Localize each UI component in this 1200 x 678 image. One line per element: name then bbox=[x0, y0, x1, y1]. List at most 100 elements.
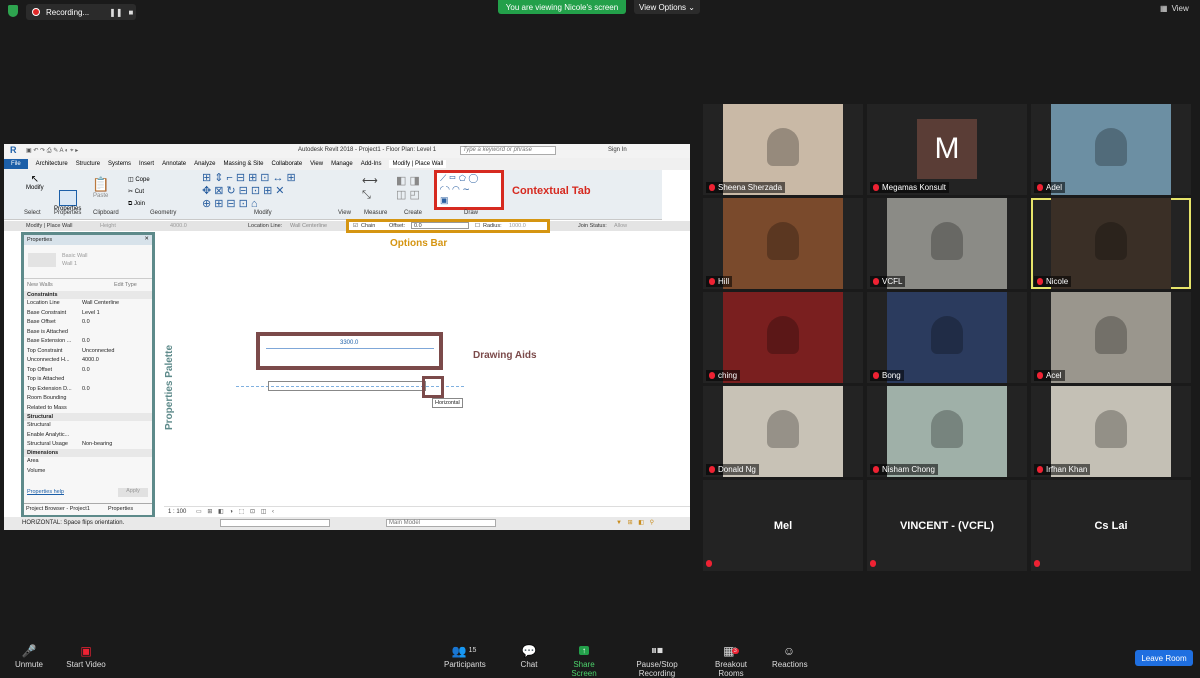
radius-checkbox[interactable]: ☐ bbox=[475, 223, 480, 229]
participant-tile[interactable]: Hill bbox=[703, 198, 863, 289]
join-status-select[interactable]: Allow bbox=[614, 223, 627, 229]
property-row[interactable]: Related to Mass bbox=[27, 405, 82, 413]
tab-project-browser[interactable]: Project Browser - Project1 bbox=[26, 506, 90, 512]
participant-tile[interactable]: Acel bbox=[1031, 292, 1191, 383]
tab-architecture[interactable]: Architecture bbox=[36, 161, 68, 167]
participant-tile[interactable]: VCFL bbox=[867, 198, 1027, 289]
spline-draw-icon[interactable]: ∼ bbox=[462, 184, 470, 194]
section-constraints[interactable]: Constraints bbox=[24, 291, 152, 299]
participant-tile[interactable]: VINCENT - (VCFL) bbox=[867, 480, 1027, 571]
arc3-draw-icon[interactable]: ◠ bbox=[452, 184, 460, 194]
group-select[interactable]: Select bbox=[24, 210, 41, 216]
property-row[interactable]: Base Extension ... 0.0 bbox=[27, 338, 90, 346]
close-icon[interactable]: ✕ bbox=[144, 236, 149, 242]
property-row[interactable]: Base Offset 0.0 bbox=[27, 319, 90, 327]
property-row[interactable]: Top Offset 0.0 bbox=[27, 367, 90, 375]
revit-search[interactable]: Type a keyword or phrase bbox=[460, 146, 556, 155]
start-video-button[interactable]: ▣ Start Video bbox=[66, 644, 106, 670]
tab-annotate[interactable]: Annotate bbox=[162, 161, 186, 167]
property-value[interactable]: 0.0 bbox=[82, 367, 90, 375]
arc-draw-icon[interactable]: ◜ bbox=[440, 184, 444, 194]
arc2-draw-icon[interactable]: ◝ bbox=[446, 184, 450, 194]
property-row[interactable]: Room Bounding bbox=[27, 395, 82, 403]
tab-analyze[interactable]: Analyze bbox=[194, 161, 215, 167]
participant-tile[interactable]: Mel bbox=[703, 480, 863, 571]
circle-draw-icon[interactable]: ◯ bbox=[469, 173, 478, 183]
chat-button[interactable]: 💬 Chat bbox=[519, 644, 539, 670]
property-row[interactable]: Base Constraint Level 1 bbox=[27, 310, 100, 318]
chain-checkbox[interactable]: ☑ bbox=[353, 223, 358, 229]
offset-input[interactable]: 0.0 bbox=[411, 222, 469, 229]
view-options-button[interactable]: View Options ⌄ bbox=[634, 0, 700, 14]
property-value[interactable]: 0.0 bbox=[82, 386, 90, 394]
participants-button[interactable]: 👥 15 Participants bbox=[444, 644, 486, 670]
property-row[interactable]: Top is Attached bbox=[27, 376, 82, 384]
tab-view[interactable]: View bbox=[310, 161, 323, 167]
participant-tile[interactable]: M Megamas Konsult bbox=[867, 104, 1027, 195]
modify-tools-icons[interactable]: ⊞⇕⌐⊟⊞⊡↔⊞ ✥⊠↻⊟⊡⊞✕ ⊕⊞⊟⊡⌂ bbox=[202, 172, 332, 211]
create-tools[interactable]: ◧ ◨ ◫ ◰ bbox=[396, 174, 420, 202]
property-value[interactable]: 0.0 bbox=[82, 319, 90, 327]
workset-select[interactable] bbox=[220, 519, 330, 527]
property-value[interactable]: 4000.0 bbox=[82, 357, 99, 365]
tab-manage[interactable]: Manage bbox=[331, 161, 353, 167]
properties-tool[interactable]: Properties bbox=[54, 190, 81, 212]
scale-label[interactable]: 1 : 100 bbox=[168, 509, 186, 515]
tab-properties[interactable]: Properties bbox=[108, 506, 133, 512]
property-row[interactable]: Location Line Wall Centerline bbox=[27, 300, 119, 308]
instance-selector[interactable]: New Walls Edit Type bbox=[24, 279, 152, 291]
property-row[interactable]: Structural bbox=[27, 422, 82, 430]
section-structural[interactable]: Structural bbox=[24, 413, 152, 421]
reactions-button[interactable]: ☺ Reactions bbox=[772, 644, 808, 670]
property-row[interactable]: Area bbox=[27, 458, 82, 466]
property-row[interactable]: Base is Attached bbox=[27, 329, 82, 337]
paste-tool[interactable]: 📋 Paste bbox=[92, 176, 109, 199]
participant-tile[interactable]: Nicole bbox=[1031, 198, 1191, 289]
share-screen-button[interactable]: ↑ Share Screen bbox=[562, 644, 606, 678]
stop-recording-icon[interactable]: ■ bbox=[129, 8, 134, 17]
security-shield-icon[interactable] bbox=[8, 5, 18, 17]
unmute-button[interactable]: 🎤 Unmute bbox=[14, 644, 44, 670]
participant-tile[interactable]: Nisham Chong bbox=[867, 386, 1027, 477]
participant-tile[interactable]: Adel bbox=[1031, 104, 1191, 195]
property-value[interactable]: Non-bearing bbox=[82, 441, 112, 449]
property-value[interactable]: 0.0 bbox=[82, 338, 90, 346]
draw-panel[interactable]: ⟋ ▭ ⬠ ◯ ◜ ◝ ◠ ∼ ▣ bbox=[434, 170, 504, 210]
participant-tile[interactable]: Irfhan Khan bbox=[1031, 386, 1191, 477]
polygon-draw-icon[interactable]: ⬠ bbox=[459, 173, 467, 183]
property-row[interactable]: Enable Analytic... bbox=[27, 432, 82, 440]
participant-tile[interactable]: ching bbox=[703, 292, 863, 383]
tab-file[interactable]: File bbox=[4, 159, 28, 169]
modify-tool[interactable]: ↖ Modify bbox=[26, 174, 44, 191]
tab-structure[interactable]: Structure bbox=[76, 161, 100, 167]
breakout-rooms-button[interactable]: ▦ 3 Breakout Rooms bbox=[703, 644, 759, 678]
location-line-select[interactable]: Wall Centerline bbox=[290, 223, 327, 229]
property-value[interactable]: Unconnected bbox=[82, 348, 114, 356]
join-tool[interactable]: ⧉ Join bbox=[128, 198, 150, 210]
property-row[interactable]: Top Extension D... 0.0 bbox=[27, 386, 90, 394]
measure-tools[interactable]: ⟷ ⤡ bbox=[362, 174, 378, 202]
participant-tile[interactable]: Donald Ng bbox=[703, 386, 863, 477]
property-row[interactable]: Structural Usage Non-bearing bbox=[27, 441, 112, 449]
cut-tool[interactable]: ✂ Cut bbox=[128, 186, 150, 198]
cope-tool[interactable]: ◫ Cope bbox=[128, 174, 150, 186]
leave-room-button[interactable]: Leave Room bbox=[1135, 650, 1193, 666]
radius-input[interactable]: 1000.0 bbox=[509, 223, 526, 229]
recording-control-button[interactable]: ⏸⏹ Pause/Stop Recording bbox=[619, 643, 695, 678]
type-selector[interactable]: Basic Wall Wall 1 bbox=[24, 245, 152, 279]
properties-help-link[interactable]: Properties help bbox=[27, 489, 64, 495]
height-value[interactable]: 4000.0 bbox=[170, 223, 187, 229]
pick-lines-icon[interactable]: ▣ bbox=[440, 195, 449, 205]
view-button[interactable]: ▦ View bbox=[1160, 4, 1189, 13]
view-control-icons[interactable]: ▭ ⊞ ◧ ◑ ⬚ ⊡ ◫ ‹ bbox=[196, 508, 276, 515]
participant-tile[interactable]: Bong bbox=[867, 292, 1027, 383]
property-row[interactable]: Unconnected H... 4000.0 bbox=[27, 357, 99, 365]
revit-signin[interactable]: Sign In bbox=[608, 147, 627, 153]
tab-collaborate[interactable]: Collaborate bbox=[271, 161, 302, 167]
line-draw-icon[interactable]: ⟋ bbox=[440, 173, 446, 183]
geometry-tools[interactable]: ◫ Cope ✂ Cut ⧉ Join bbox=[128, 174, 150, 210]
tab-massing[interactable]: Massing & Site bbox=[223, 161, 263, 167]
tab-addins[interactable]: Add-Ins bbox=[361, 161, 382, 167]
property-value[interactable]: Wall Centerline bbox=[82, 300, 119, 308]
tab-systems[interactable]: Systems bbox=[108, 161, 131, 167]
